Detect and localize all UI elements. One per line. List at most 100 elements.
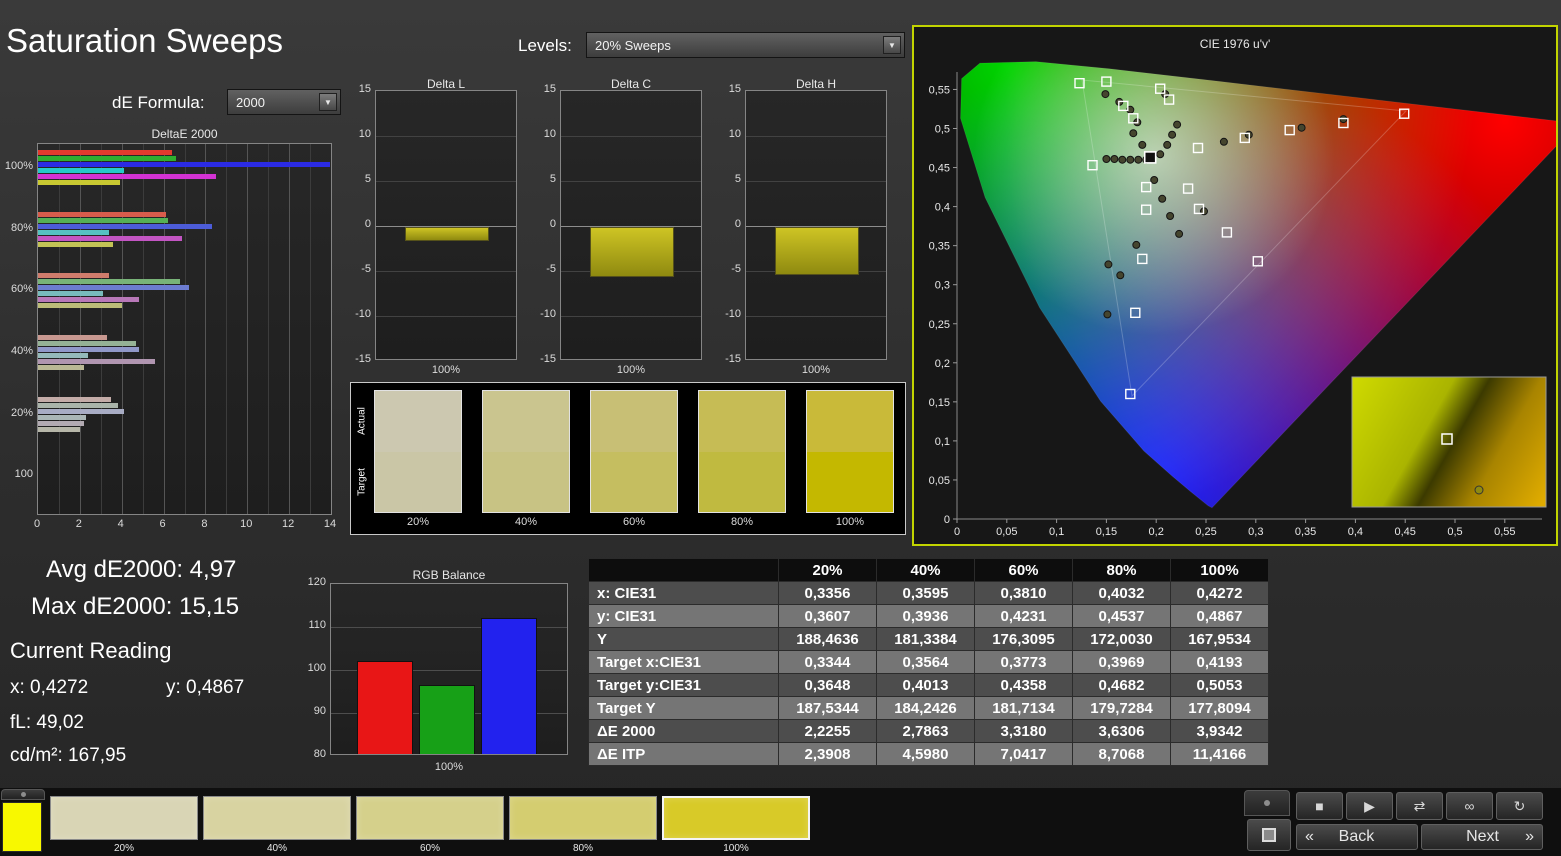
x-tick-label: 0 (33, 518, 41, 530)
levels-dropdown[interactable]: 20% Sweeps ▼ (586, 32, 905, 58)
target-color-half (483, 451, 569, 512)
gridline (561, 316, 701, 317)
measurement-point (1103, 310, 1112, 319)
target-color-half (591, 451, 677, 512)
row-label: Target Y (588, 696, 779, 720)
table-header-cell: 80% (1072, 558, 1171, 582)
y-tick-label: 5 (734, 173, 741, 185)
y-tick-label: 0,35 (929, 241, 950, 253)
actual-color-half (483, 391, 569, 452)
stop-button[interactable]: ■ (1296, 792, 1343, 820)
delta-bar (405, 227, 489, 241)
table-cell: 8,7068 (1072, 742, 1171, 766)
table-cell: 0,3607 (778, 604, 877, 628)
gridline (121, 144, 123, 514)
step-button[interactable]: ⇄ (1396, 792, 1443, 820)
x-tick-label: 10 (240, 518, 253, 530)
y-tick-label: -15 (540, 353, 556, 365)
rgb-bar (481, 618, 537, 754)
actual-row-label: Actual (356, 407, 368, 435)
y-tick-label: 0,4 (935, 202, 950, 214)
deltae-bar (38, 408, 124, 414)
back-label: Back (1338, 828, 1375, 845)
gridline (376, 136, 516, 137)
table-cell: 0,4013 (876, 673, 975, 697)
y-tick-label: 90 (313, 705, 326, 717)
patch-button-60%[interactable] (356, 796, 504, 840)
table-cell: 167,9534 (1170, 627, 1269, 651)
patch-button-80%[interactable] (509, 796, 657, 840)
actual-color-half (375, 391, 461, 452)
patch-label: 40% (266, 843, 287, 854)
target-color-half (807, 451, 893, 512)
chevron-down-icon: ▼ (319, 93, 337, 111)
y-tick-label: 5 (549, 173, 556, 185)
deltae-bar (38, 285, 189, 291)
table-cell: 181,3384 (876, 627, 975, 651)
delta-l-chart (375, 90, 517, 360)
patch-button-40%[interactable] (203, 796, 351, 840)
swatch-level-label: 40% (514, 516, 538, 528)
deltae-bar (38, 365, 84, 370)
rgb-balance-title: RGB Balance (412, 568, 486, 582)
next-button[interactable]: Next » (1421, 824, 1543, 850)
left-dock-handle[interactable] (1, 789, 45, 800)
continuous-button[interactable]: ∞ (1446, 792, 1493, 820)
gridline (100, 144, 102, 514)
table-cell: 0,3344 (778, 650, 877, 674)
x-tick-label: 12 (282, 518, 295, 530)
table-cell: 176,3095 (974, 627, 1073, 651)
gridline (247, 144, 249, 514)
patch-button-100%[interactable] (662, 796, 810, 840)
pattern-window-button[interactable] (1247, 819, 1291, 851)
deltae-bar (38, 211, 166, 217)
table-header-cell: 20% (778, 558, 877, 582)
table-cell: 0,4032 (1072, 581, 1171, 605)
deltae-bar (38, 341, 137, 346)
actual-target-swatch (806, 390, 894, 513)
table-row: Y 188,4636 181,3384 176,3095 172,0030 167,953… (588, 627, 1269, 651)
de-formula-dropdown[interactable]: 2000 ▼ (227, 89, 341, 115)
y-tick-label: 5 (364, 173, 371, 185)
measurement-point (1134, 155, 1143, 164)
table-cell: 172,0030 (1072, 627, 1171, 651)
gridline (58, 144, 60, 514)
gridline (561, 136, 701, 137)
y-tick-label: 60% (10, 283, 33, 296)
gridline (331, 144, 332, 514)
row-label: ΔE 2000 (588, 719, 779, 743)
measurement-point (1168, 130, 1177, 139)
table-cell: 2,3908 (778, 742, 877, 766)
play-button[interactable]: ▶ (1346, 792, 1393, 820)
deltae-bar (38, 303, 122, 309)
gridline (163, 144, 165, 514)
measurement-point (1102, 155, 1111, 163)
table-cell: 0,3810 (974, 581, 1073, 605)
swatch-level-label: 100% (835, 516, 865, 528)
y-tick-label: -10 (355, 308, 371, 320)
deltae-bar (38, 223, 212, 229)
y-tick-label: -15 (355, 353, 371, 365)
swatch-level-label: 80% (730, 516, 754, 528)
measurement-table: 20% 40% 60% 80% 100% x: CIE31 0,3356 0,3595 0,3… (588, 558, 1269, 766)
x-tick-label: 6 (159, 518, 166, 530)
play-icon: ▶ (1364, 797, 1375, 814)
measurement-point (1219, 137, 1228, 146)
loop-button[interactable]: ↻ (1496, 792, 1543, 820)
back-button[interactable]: « Back (1296, 824, 1418, 850)
patch-button-20%[interactable] (50, 796, 198, 840)
swatch-level-label: 20% (406, 516, 430, 528)
measurement-point (1104, 260, 1113, 269)
x-tick-label: 0,45 (1394, 526, 1415, 538)
delta-bar (775, 227, 859, 275)
y-tick-label: 0 (944, 514, 950, 526)
selected-point (1143, 151, 1157, 164)
measurement-point (1118, 155, 1127, 164)
x-tick-label: 0,1 (1049, 526, 1064, 538)
y-tick-label: 110 (308, 619, 326, 631)
y-tick-label: 10 (543, 128, 556, 140)
infinity-icon: ∞ (1464, 798, 1475, 814)
x-tick-label: 0,5 (1447, 526, 1462, 538)
transport-dock-handle[interactable] (1244, 790, 1290, 816)
x-tick-label: 8 (201, 518, 208, 530)
